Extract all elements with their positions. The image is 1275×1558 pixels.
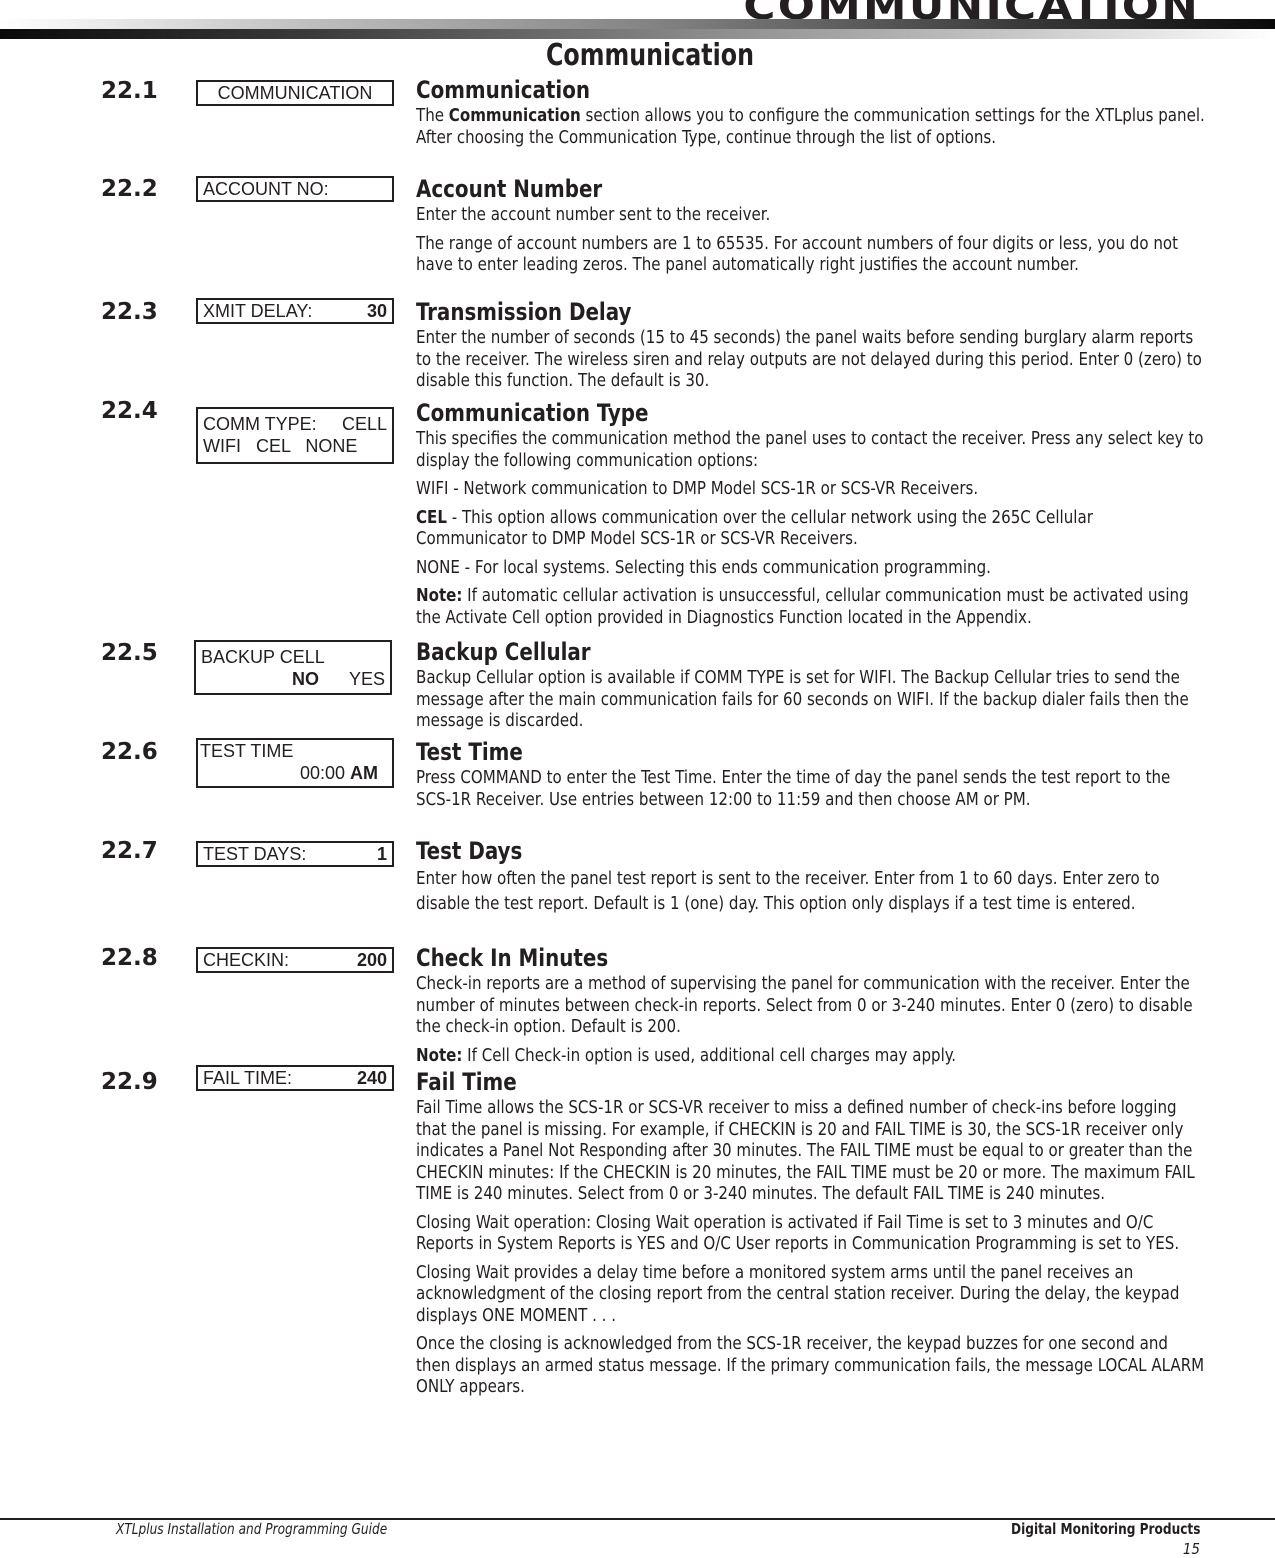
- paragraph: NONE - For local systems. Selecting this…: [416, 556, 991, 578]
- display-text: TEST DAYS:: [203, 844, 307, 864]
- display-value: CELL: [341, 414, 387, 434]
- display-text: ACCOUNT NO:: [203, 179, 329, 199]
- page-number: 15: [1182, 1540, 1200, 1558]
- section-title: Test Time: [416, 738, 523, 766]
- paragraph: Press COMMAND to enter the Test Time. En…: [416, 767, 1171, 810]
- paragraph: Enter how often the panel test report is…: [416, 868, 1160, 914]
- option-yes: YES: [348, 669, 385, 689]
- section-number: 22.4: [101, 398, 158, 424]
- section-test-days: Test Days Enter how often the panel test…: [416, 836, 1206, 923]
- paragraph: This specifies the communication method …: [416, 428, 1204, 471]
- keypad-display-communication: COMMUNICATION: [196, 80, 394, 106]
- section-number: 22.2: [101, 176, 158, 202]
- footer-company: Digital Monitoring Products: [1010, 1520, 1200, 1538]
- paragraph: Once the closing is acknowledged from th…: [416, 1333, 1205, 1397]
- section-title: Account Number: [416, 175, 603, 203]
- display-value: 30: [366, 301, 387, 321]
- section-communication-type: Communication Type This specifies the co…: [416, 398, 1206, 635]
- section-communication: Communication The Communication section …: [416, 75, 1206, 155]
- display-options: WIFI CEL NONE: [203, 436, 358, 456]
- section-number: 22.5: [101, 640, 158, 666]
- paragraph: Fail Time allows the SCS-1R or SCS-VR re…: [416, 1097, 1195, 1204]
- section-title: Backup Cellular: [416, 638, 591, 666]
- keypad-display-backup-cell: BACKUP CELL NO YES: [194, 640, 392, 695]
- section-number: 22.1: [101, 78, 158, 104]
- keypad-display-account-no: ACCOUNT NO:: [196, 176, 394, 202]
- section-title: Transmission Delay: [416, 298, 632, 326]
- section-fail-time: Fail Time Fail Time allows the SCS-1R or…: [416, 1067, 1206, 1405]
- paragraph: Closing Wait operation: Closing Wait ope…: [416, 1211, 1180, 1255]
- paragraph: CEL - This option allows communication o…: [416, 506, 1093, 550]
- section-test-time: Test Time Press COMMAND to enter the Tes…: [416, 737, 1206, 817]
- paragraph: WIFI - Network communication to DMP Mode…: [416, 478, 979, 499]
- header-gradient-bar-top: [0, 19, 1275, 29]
- note: Note: If automatic cellular activation i…: [416, 585, 1189, 628]
- paragraph: Enter the account number sent to the rec…: [416, 204, 771, 225]
- page-title: Communication: [545, 38, 755, 73]
- paragraph: Backup Cellular option is available if C…: [416, 667, 1189, 731]
- display-value: 240: [356, 1068, 387, 1088]
- display-text: FAIL TIME:: [203, 1068, 293, 1088]
- section-transmission-delay: Transmission Delay Enter the number of s…: [416, 297, 1206, 399]
- keypad-display-test-days: TEST DAYS: 1: [196, 841, 394, 867]
- keypad-display-checkin: CHECKIN: 200: [196, 947, 394, 973]
- keypad-display-comm-type: COMM TYPE: CELL WIFI CEL NONE: [196, 407, 394, 464]
- display-text: XMIT DELAY:: [203, 301, 313, 321]
- section-number: 22.9: [101, 1069, 158, 1095]
- display-value: 200: [356, 950, 387, 970]
- paragraph: The Communication section allows you to …: [416, 105, 1205, 148]
- time-value: 00:00: [299, 763, 345, 783]
- note: Note: If Cell Check-in option is used, a…: [416, 1044, 957, 1066]
- section-number: 22.6: [101, 739, 158, 765]
- section-backup-cellular: Backup Cellular Backup Cellular option i…: [416, 637, 1206, 739]
- display-text: CHECKIN:: [203, 950, 290, 970]
- am-pm-value: AM: [350, 763, 378, 783]
- section-account-number: Account Number Enter the account number …: [416, 174, 1206, 283]
- section-number: 22.3: [101, 299, 158, 325]
- paragraph: The range of account numbers are 1 to 65…: [416, 232, 1179, 276]
- display-text: COMMUNICATION: [217, 83, 373, 103]
- display-value: 1: [376, 844, 387, 864]
- paragraph: Closing Wait provides a delay time befor…: [416, 1261, 1180, 1326]
- display-text: BACKUP CELL: [201, 647, 325, 667]
- display-text: TEST TIME: [200, 741, 294, 761]
- paragraph: Enter the number of seconds (15 to 45 se…: [416, 327, 1202, 391]
- section-title: Fail Time: [416, 1068, 517, 1096]
- section-check-in-minutes: Check In Minutes Check-in reports are a …: [416, 943, 1206, 1073]
- section-title: Test Days: [416, 837, 523, 865]
- footer-guide-title: XTLplus Installation and Programming Gui…: [116, 1520, 388, 1538]
- option-no: NO: [291, 669, 319, 689]
- section-number: 22.7: [101, 838, 158, 864]
- keypad-display-test-time: TEST TIME 00:00 AM: [196, 738, 394, 788]
- keypad-display-xmit-delay: XMIT DELAY: 30: [196, 298, 394, 324]
- section-title: Communication: [416, 76, 590, 104]
- paragraph: Check-in reports are a method of supervi…: [416, 973, 1193, 1037]
- section-number: 22.8: [101, 945, 158, 971]
- display-text: COMM TYPE:: [203, 414, 317, 434]
- keypad-display-fail-time: FAIL TIME: 240: [196, 1065, 394, 1091]
- section-title: Communication Type: [416, 399, 649, 427]
- section-title: Check In Minutes: [416, 944, 609, 972]
